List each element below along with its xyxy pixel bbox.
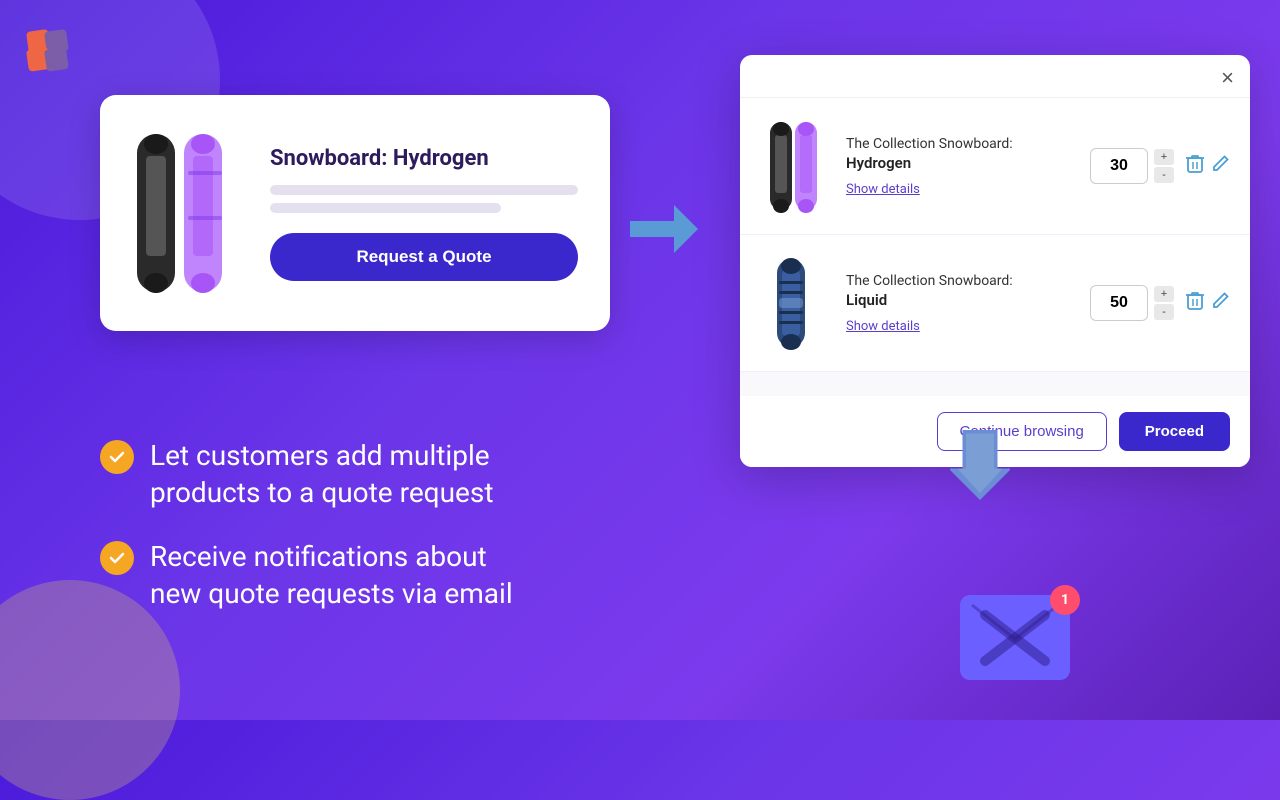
delete-item-1-icon[interactable]: [1186, 154, 1204, 179]
cart-qty-area-1: + -: [1090, 148, 1230, 184]
cart-spacer: [740, 372, 1250, 396]
cart-item-collection-1: The Collection Snowboard:: [846, 136, 1074, 152]
product-info: Snowboard: Hydrogen Request a Quote: [270, 146, 578, 281]
cart-panel: × The Collection Snowboard: Hydrogen Sho…: [740, 55, 1250, 467]
envelope-wrapper: 1: [960, 595, 1070, 680]
notification-badge: 1: [1050, 585, 1080, 615]
cart-item-details-liquid: The Collection Snowboard: Liquid Show de…: [846, 273, 1074, 334]
qty-minus-1[interactable]: -: [1154, 167, 1174, 183]
qty-plus-1[interactable]: +: [1154, 149, 1174, 165]
description-line-2: [270, 203, 501, 213]
cart-item-image-hydrogen: [760, 116, 830, 216]
show-details-link-1[interactable]: Show details: [846, 182, 920, 197]
action-icons-2: [1186, 291, 1230, 316]
edit-item-1-icon[interactable]: [1212, 154, 1230, 179]
proceed-button[interactable]: Proceed: [1119, 412, 1230, 451]
logo: [22, 22, 82, 82]
feature-check-1: [100, 440, 134, 474]
close-button[interactable]: ×: [1221, 67, 1234, 89]
feature-check-2: [100, 541, 134, 575]
cart-item-details-hydrogen: The Collection Snowboard: Hydrogen Show …: [846, 136, 1074, 197]
features-list: Let customers add multipleproducts to a …: [100, 438, 513, 640]
qty-input-1[interactable]: [1090, 148, 1148, 184]
arrow-right-icon: [630, 205, 698, 265]
cart-item-variant-2: Liquid: [846, 291, 1074, 309]
cart-item: The Collection Snowboard: Hydrogen Show …: [740, 98, 1250, 235]
cart-item-variant-1: Hydrogen: [846, 154, 1074, 172]
feature-text-1: Let customers add multipleproducts to a …: [150, 438, 493, 511]
request-quote-button[interactable]: Request a Quote: [270, 233, 578, 281]
cart-header: ×: [740, 55, 1250, 98]
email-notification: 1: [960, 595, 1070, 680]
qty-buttons-1: + -: [1154, 149, 1174, 183]
feature-item-2: Receive notifications aboutnew quote req…: [100, 539, 513, 612]
edit-item-2-icon[interactable]: [1212, 291, 1230, 316]
show-details-link-2[interactable]: Show details: [846, 319, 920, 334]
feature-text-2: Receive notifications aboutnew quote req…: [150, 539, 513, 612]
qty-plus-2[interactable]: +: [1154, 286, 1174, 302]
arrow-down-icon: [950, 430, 1010, 500]
product-image: [132, 123, 242, 303]
action-icons-1: [1186, 154, 1230, 179]
feature-item-1: Let customers add multipleproducts to a …: [100, 438, 513, 511]
qty-minus-2[interactable]: -: [1154, 304, 1174, 320]
delete-item-2-icon[interactable]: [1186, 291, 1204, 316]
qty-buttons-2: + -: [1154, 286, 1174, 320]
qty-input-2[interactable]: [1090, 285, 1148, 321]
cart-item-2: The Collection Snowboard: Liquid Show de…: [740, 235, 1250, 372]
product-title: Snowboard: Hydrogen: [270, 146, 578, 171]
product-description-lines: [270, 185, 578, 213]
cart-qty-area-2: + -: [1090, 285, 1230, 321]
cart-item-collection-2: The Collection Snowboard:: [846, 273, 1074, 289]
product-card: Snowboard: Hydrogen Request a Quote: [100, 95, 610, 331]
description-line-1: [270, 185, 578, 195]
cart-item-image-liquid: [760, 253, 830, 353]
